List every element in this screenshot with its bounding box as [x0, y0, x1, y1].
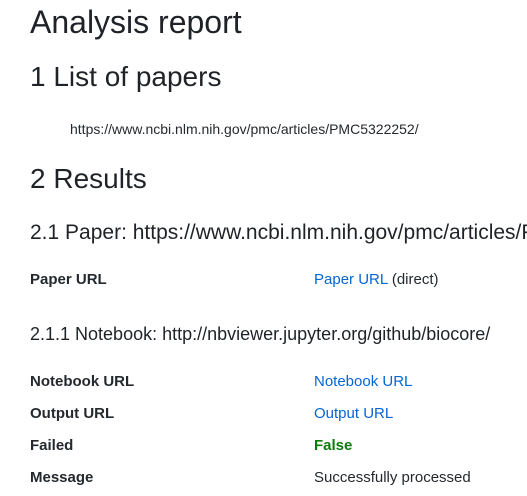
output-url-label: Output URL: [30, 405, 115, 422]
paper-url-label: Paper URL: [30, 271, 107, 288]
message-row: Message Successfully processed: [30, 467, 527, 489]
failed-value: False: [314, 437, 353, 454]
paper-url-value: Paper URL (direct): [314, 269, 439, 291]
section-1-heading: 1 List of papers: [30, 61, 222, 92]
message-value: Successfully processed: [314, 469, 471, 486]
failed-row: Failed False: [30, 435, 527, 457]
paper-heading: 2.1 Paper: https://www.ncbi.nlm.nih.gov/…: [30, 221, 527, 244]
page-title: Analysis report: [30, 4, 242, 40]
paper-url-link[interactable]: Paper URL: [314, 271, 388, 288]
notebook-url-label: Notebook URL: [30, 373, 135, 390]
report-page: Analysis report 1 List of papers https:/…: [0, 0, 527, 496]
notebook-url-link[interactable]: Notebook URL: [314, 371, 412, 393]
message-label: Message: [30, 469, 94, 486]
output-url-row: Output URL Output URL: [30, 403, 527, 425]
paper-url-row: Paper URL Paper URL (direct): [30, 269, 527, 291]
paper-list-item: https://www.ncbi.nlm.nih.gov/pmc/article…: [70, 121, 419, 137]
failed-label: Failed: [30, 437, 74, 454]
section-2-heading: 2 Results: [30, 163, 147, 194]
paper-url-suffix: (direct): [387, 271, 439, 288]
output-url-link[interactable]: Output URL: [314, 403, 393, 425]
notebook-heading: 2.1.1 Notebook: http://nbviewer.jupyter.…: [30, 324, 491, 344]
notebook-url-row: Notebook URL Notebook URL: [30, 371, 527, 393]
